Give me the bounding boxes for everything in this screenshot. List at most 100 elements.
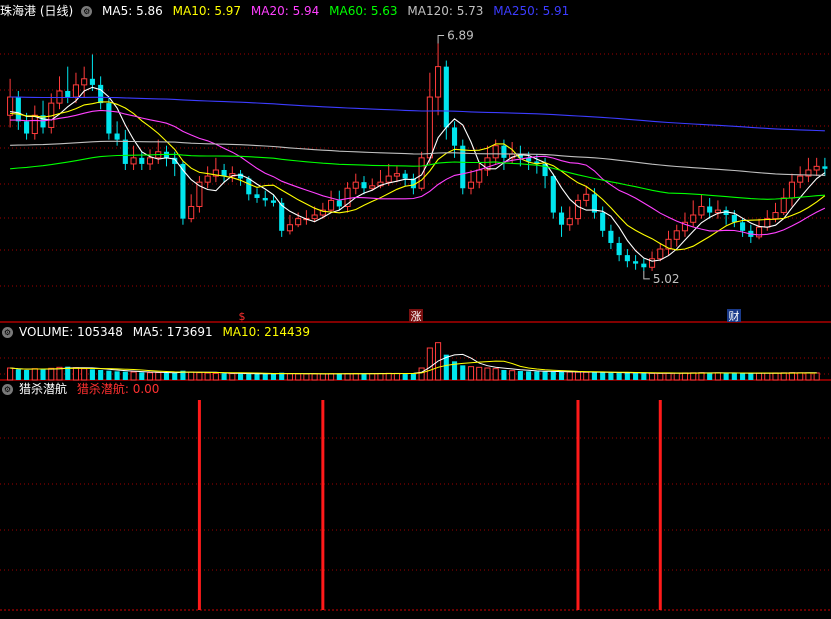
volume-bar bbox=[48, 367, 55, 381]
candle-body bbox=[492, 145, 499, 159]
candle-body bbox=[311, 214, 318, 220]
chart-stage[interactable]: 6.89 5.02 $ 涨 财 珠海港 (日线) ⚙ MA5: 5.86 MA10: 5.… bbox=[0, 0, 831, 616]
volume-bar bbox=[146, 372, 154, 381]
candle-body bbox=[740, 222, 746, 231]
volume-bar bbox=[188, 371, 195, 381]
volume-bar bbox=[707, 372, 713, 380]
candle-body bbox=[402, 173, 408, 179]
candle-body bbox=[361, 182, 367, 189]
volume-bar bbox=[797, 372, 804, 381]
candle-body bbox=[707, 206, 713, 213]
volume-ma10: MA10: 214439 bbox=[222, 325, 310, 339]
volume-bar bbox=[262, 373, 268, 380]
volume-bar bbox=[460, 365, 466, 380]
volume-bar bbox=[649, 372, 656, 381]
ma250-label: MA250: 5.91 bbox=[493, 4, 570, 18]
price-header: 珠海港 (日线) ⚙ MA5: 5.86 MA10: 5.97 MA20: 5.9… bbox=[0, 2, 575, 20]
candle-body bbox=[772, 212, 779, 220]
candle-body bbox=[566, 218, 573, 226]
volume-bar bbox=[319, 373, 326, 381]
candle-body bbox=[146, 157, 154, 165]
volume-bar bbox=[155, 372, 162, 381]
candle-body bbox=[89, 78, 95, 85]
volume-bar bbox=[673, 372, 680, 381]
volume-bar bbox=[270, 374, 277, 380]
candle-body bbox=[139, 157, 145, 164]
event-marker: 涨 bbox=[411, 310, 422, 323]
event-marker: $ bbox=[239, 310, 246, 323]
settings-icon[interactable]: ⚙ bbox=[2, 384, 13, 395]
volume-bar bbox=[352, 372, 359, 381]
event-marker: 财 bbox=[729, 309, 740, 323]
ma10-label: MA10: 5.97 bbox=[172, 4, 242, 18]
candle-body bbox=[657, 248, 664, 260]
candle-body bbox=[574, 199, 582, 220]
volume-bar bbox=[172, 373, 178, 380]
volume-bar bbox=[698, 372, 705, 381]
volume-bar bbox=[336, 373, 342, 380]
volume-bar bbox=[714, 372, 721, 381]
volume-bar bbox=[517, 371, 523, 380]
settings-icon[interactable]: ⚙ bbox=[2, 327, 13, 338]
volume-bar bbox=[583, 371, 590, 381]
chart-canvas[interactable]: 6.89 5.02 $ 涨 财 bbox=[0, 0, 831, 616]
volume-bar bbox=[641, 373, 647, 380]
candle-body bbox=[114, 133, 120, 140]
volume-ma5: MA5: 173691 bbox=[132, 325, 213, 339]
volume-bar bbox=[566, 371, 573, 381]
candle-body bbox=[418, 157, 425, 189]
ma120-label: MA120: 5.73 bbox=[407, 4, 484, 18]
volume-bar bbox=[772, 372, 779, 381]
candle-body bbox=[435, 66, 442, 98]
stock-title: 珠海港 (日线) bbox=[0, 4, 74, 18]
volume-bar bbox=[15, 369, 21, 380]
ma5-label: MA5: 5.86 bbox=[102, 4, 163, 18]
candle-body bbox=[698, 205, 705, 216]
ma20-line bbox=[10, 109, 826, 236]
volume-bar bbox=[600, 372, 606, 380]
volume-bar bbox=[558, 371, 565, 380]
candle-body bbox=[476, 169, 483, 183]
volume-bar bbox=[98, 370, 104, 380]
volume-bar bbox=[196, 372, 203, 381]
candle-body bbox=[797, 175, 804, 183]
volume-bar bbox=[393, 372, 400, 381]
candle-body bbox=[328, 199, 335, 211]
volume-bar bbox=[212, 372, 219, 381]
candle-body bbox=[72, 84, 80, 98]
candle-body bbox=[31, 114, 38, 135]
candle-body bbox=[690, 214, 697, 223]
candle-body bbox=[254, 194, 260, 198]
volume-bar bbox=[788, 372, 796, 381]
volume-bar bbox=[122, 371, 128, 380]
candle-body bbox=[813, 165, 820, 171]
volume-bar bbox=[139, 372, 145, 380]
candle-body bbox=[426, 96, 433, 159]
volume-bar bbox=[731, 373, 737, 380]
candle-body bbox=[641, 263, 647, 268]
volume-bar bbox=[72, 367, 80, 381]
volume-bar bbox=[574, 371, 582, 381]
volume-bar bbox=[106, 370, 112, 380]
volume-bar bbox=[81, 368, 88, 381]
volume-ma5-line bbox=[10, 353, 817, 375]
volume-bar bbox=[204, 372, 211, 381]
volume-bar bbox=[311, 373, 318, 381]
ma20-label: MA20: 5.94 bbox=[250, 4, 320, 18]
volume-bar bbox=[624, 372, 630, 380]
candle-body bbox=[336, 200, 342, 207]
candle-body bbox=[15, 97, 21, 122]
candle-body bbox=[270, 200, 277, 203]
volume-bar bbox=[426, 347, 433, 381]
candle-body bbox=[81, 78, 88, 86]
candle-body bbox=[130, 157, 137, 165]
volume-bar bbox=[238, 373, 244, 380]
indicator-value: 猎杀潜航: 0.00 bbox=[76, 382, 160, 396]
candle-body bbox=[788, 181, 796, 199]
indicator-header: ⚙ 猎杀潜航 猎杀潜航: 0.00 bbox=[0, 380, 165, 398]
volume-bar bbox=[31, 368, 38, 381]
volume-bar bbox=[723, 373, 729, 380]
candle-body bbox=[24, 121, 30, 134]
candle-body bbox=[600, 212, 606, 231]
settings-icon[interactable]: ⚙ bbox=[81, 6, 93, 17]
